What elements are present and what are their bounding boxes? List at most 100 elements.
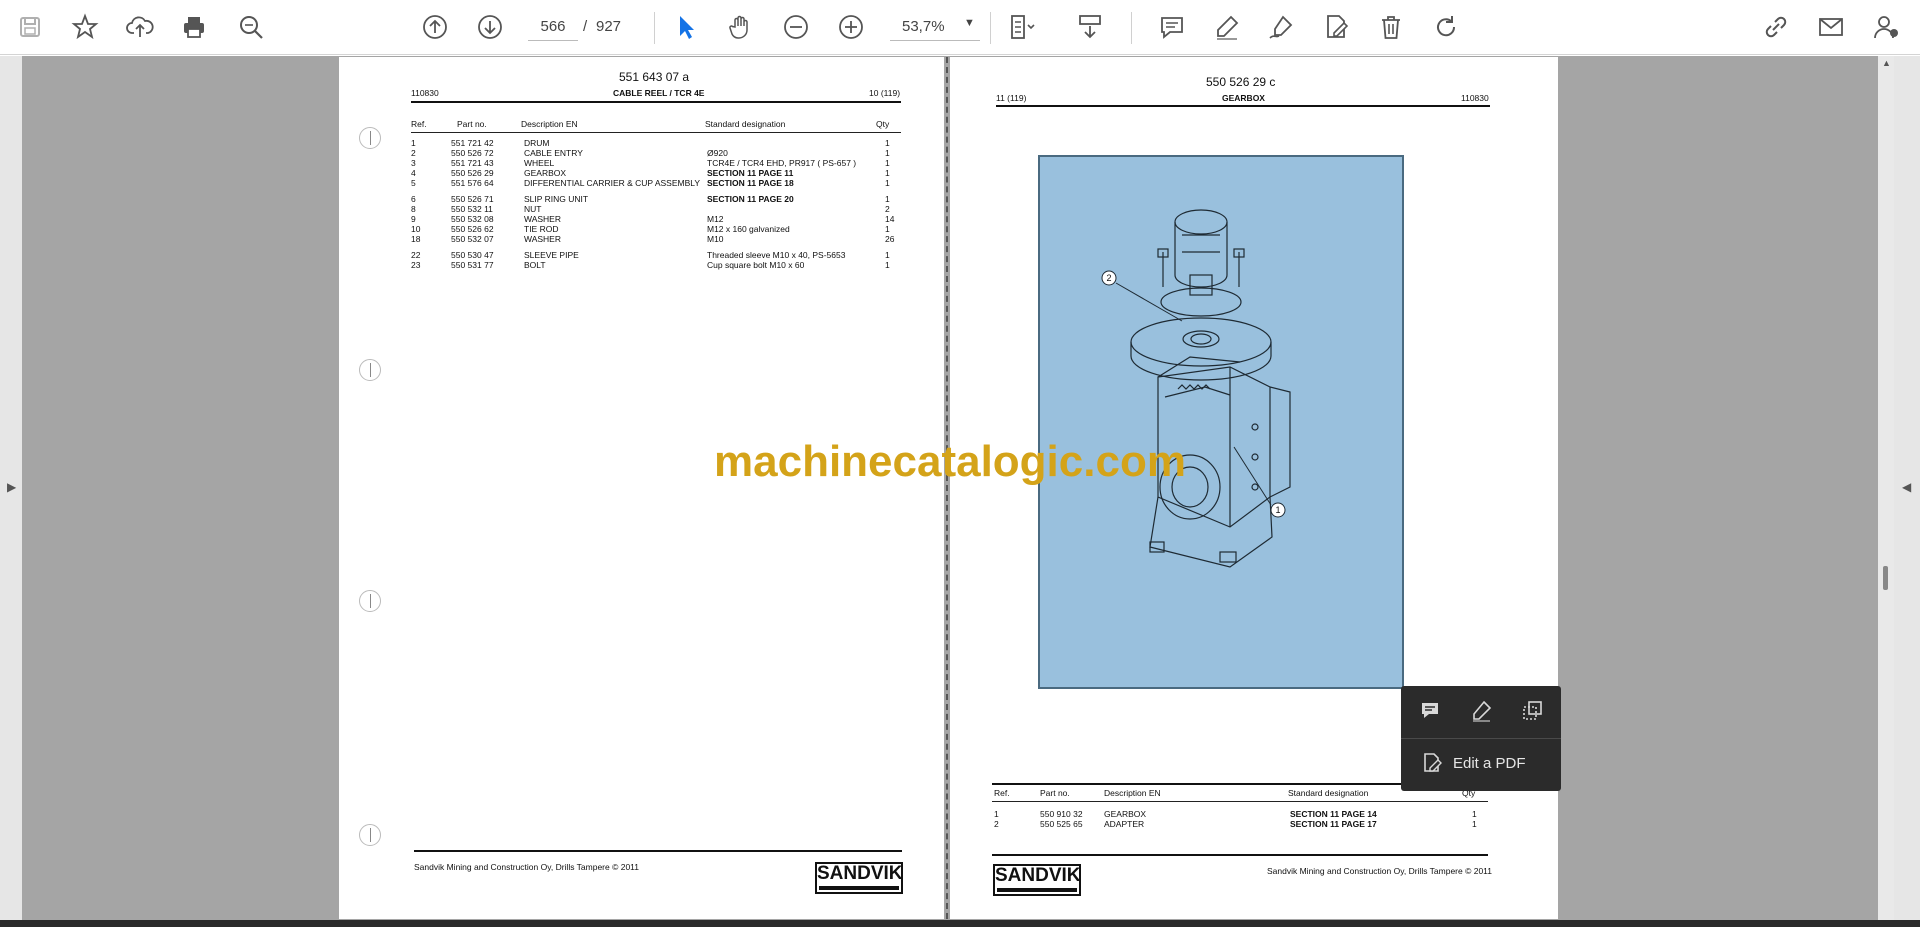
cell-description: SLIP RING UNIT	[524, 194, 589, 204]
cell-part-no: 550 530 47	[451, 250, 494, 260]
cell-standard: M10	[707, 234, 724, 244]
left-panel-rail[interactable]: ▶	[0, 56, 22, 920]
cell-standard: M12	[707, 214, 724, 224]
cell-standard: SECTION 11 PAGE 17	[1290, 819, 1377, 829]
comment-icon[interactable]	[1417, 698, 1443, 724]
cell-standard: Threaded sleeve M10 x 40, PS-5653	[707, 250, 846, 260]
cell-description: BOLT	[524, 260, 546, 270]
cell-description: TIE ROD	[524, 224, 559, 234]
edit-pdf-icon[interactable]	[1319, 10, 1353, 44]
edit-pdf-button[interactable]: Edit a PDF	[1413, 748, 1553, 778]
cell-ref: 5	[411, 178, 416, 188]
cell-ref: 10	[411, 224, 421, 234]
cell-description: GEARBOX	[1104, 809, 1147, 819]
popup-divider	[1401, 738, 1561, 739]
upload-cloud-icon[interactable]	[123, 10, 157, 44]
toolbar-divider	[654, 12, 655, 44]
cell-standard: TCR4E / TCR4 EHD, PR917 ( PS-657 )	[707, 158, 857, 168]
comment-icon[interactable]	[1155, 10, 1189, 44]
cell-ref: 2	[994, 819, 999, 829]
cell-qty: 1	[1472, 809, 1477, 819]
quick-tools-popup: Edit a PDF	[1401, 686, 1561, 791]
scrollbar-thumb[interactable]	[1883, 566, 1888, 590]
col-ref: Ref.	[411, 119, 427, 129]
page-up-icon[interactable]	[418, 10, 452, 44]
expand-left-panel-icon[interactable]: ▶	[7, 480, 16, 494]
page-down-icon[interactable]	[473, 10, 507, 44]
page-ref: 11 (119)	[996, 93, 1027, 103]
zoom-in-icon[interactable]	[834, 10, 868, 44]
scroll-up-icon[interactable]: ▲	[1882, 58, 1891, 68]
cell-qty: 1	[885, 158, 890, 168]
account-icon[interactable]	[1869, 10, 1903, 44]
pdf-page-left: 551 643 07 a 110830 CABLE REEL / TCR 4E …	[339, 57, 944, 919]
rotate-icon[interactable]	[1429, 10, 1463, 44]
footer-text: Sandvik Mining and Construction Oy, Dril…	[414, 862, 640, 872]
cell-standard: SECTION 11 PAGE 20	[707, 194, 794, 204]
right-panel-rail[interactable]: ◀	[1894, 56, 1920, 920]
zoom-value: 53,7%	[902, 18, 945, 35]
select-area-icon[interactable]	[1519, 698, 1545, 724]
email-icon[interactable]	[1814, 10, 1848, 44]
bookmark-star-icon[interactable]	[68, 10, 102, 44]
cell-ref: 6	[411, 194, 416, 204]
scroll-mode-icon[interactable]	[1073, 10, 1107, 44]
current-page-input[interactable]	[528, 13, 578, 41]
cell-part-no: 550 526 29	[451, 168, 494, 178]
edit-pdf-icon	[1424, 753, 1442, 772]
cell-standard: Ø920	[707, 148, 728, 158]
cell-ref: 4	[411, 168, 416, 178]
cell-part-no: 551 721 42	[451, 138, 494, 148]
cell-standard: Cup square bolt M10 x 60	[707, 260, 805, 270]
share-link-icon[interactable]	[1759, 10, 1793, 44]
cell-description: GEARBOX	[524, 168, 567, 178]
expand-right-panel-icon[interactable]: ◀	[1902, 480, 1911, 494]
chevron-down-icon: ▼	[964, 17, 975, 29]
cell-description: DIFFERENTIAL CARRIER & CUP ASSEMBLY	[524, 178, 701, 188]
cell-part-no: 550 532 07	[451, 234, 494, 244]
cell-qty: 1	[885, 178, 890, 188]
cell-description: WASHER	[524, 234, 561, 244]
logo-bar	[997, 888, 1077, 892]
cell-ref: 1	[411, 138, 416, 148]
cell-part-no: 550 532 11	[451, 204, 493, 214]
cell-description: WASHER	[524, 214, 561, 224]
punch-hole	[359, 359, 381, 381]
cell-part-no: 550 531 77	[451, 260, 494, 270]
header-rule	[996, 105, 1490, 107]
cell-ref: 9	[411, 214, 416, 224]
print-icon[interactable]	[177, 10, 211, 44]
cell-qty: 1	[885, 148, 890, 158]
highlight-pen-icon[interactable]	[1468, 698, 1494, 724]
col-standard: Standard designation	[1288, 788, 1369, 798]
page-title: GEARBOX	[1222, 93, 1265, 103]
col-part-no: Part no.	[457, 119, 487, 129]
date-code: 110830	[411, 88, 439, 98]
page-title: CABLE REEL / TCR 4E	[613, 88, 705, 98]
select-cursor-icon[interactable]	[669, 10, 703, 44]
cell-ref: 1	[994, 809, 999, 819]
sign-icon[interactable]	[1264, 10, 1298, 44]
cell-standard: SECTION 11 PAGE 11	[707, 168, 794, 178]
bottom-edge	[0, 920, 1920, 927]
document-viewer[interactable]: ▶ 551 643 07 a 110830 CABLE REEL / TCR 4…	[0, 56, 1920, 920]
cell-part-no: 551 576 64	[451, 178, 494, 188]
delete-icon[interactable]	[1374, 10, 1408, 44]
save-icon[interactable]	[13, 10, 47, 44]
gearbox-drawing: 2 1	[1101, 209, 1291, 568]
cell-qty: 1	[885, 250, 890, 260]
total-pages: 927	[596, 18, 622, 35]
zoom-search-icon[interactable]	[234, 10, 268, 44]
cell-qty: 1	[885, 260, 890, 270]
cell-part-no: 550 526 72	[451, 148, 494, 158]
page-divider	[946, 57, 948, 919]
footer-rule	[414, 850, 902, 852]
cell-qty: 1	[885, 224, 890, 234]
vertical-scrollbar[interactable]: ▲	[1878, 56, 1894, 920]
highlight-icon[interactable]	[1210, 10, 1244, 44]
page-ref: 10 (119)	[869, 88, 901, 98]
hand-tool-icon[interactable]	[724, 10, 758, 44]
zoom-select[interactable]: 53,7% ▼	[890, 13, 980, 41]
fit-page-icon[interactable]	[1004, 10, 1038, 44]
zoom-out-icon[interactable]	[779, 10, 813, 44]
